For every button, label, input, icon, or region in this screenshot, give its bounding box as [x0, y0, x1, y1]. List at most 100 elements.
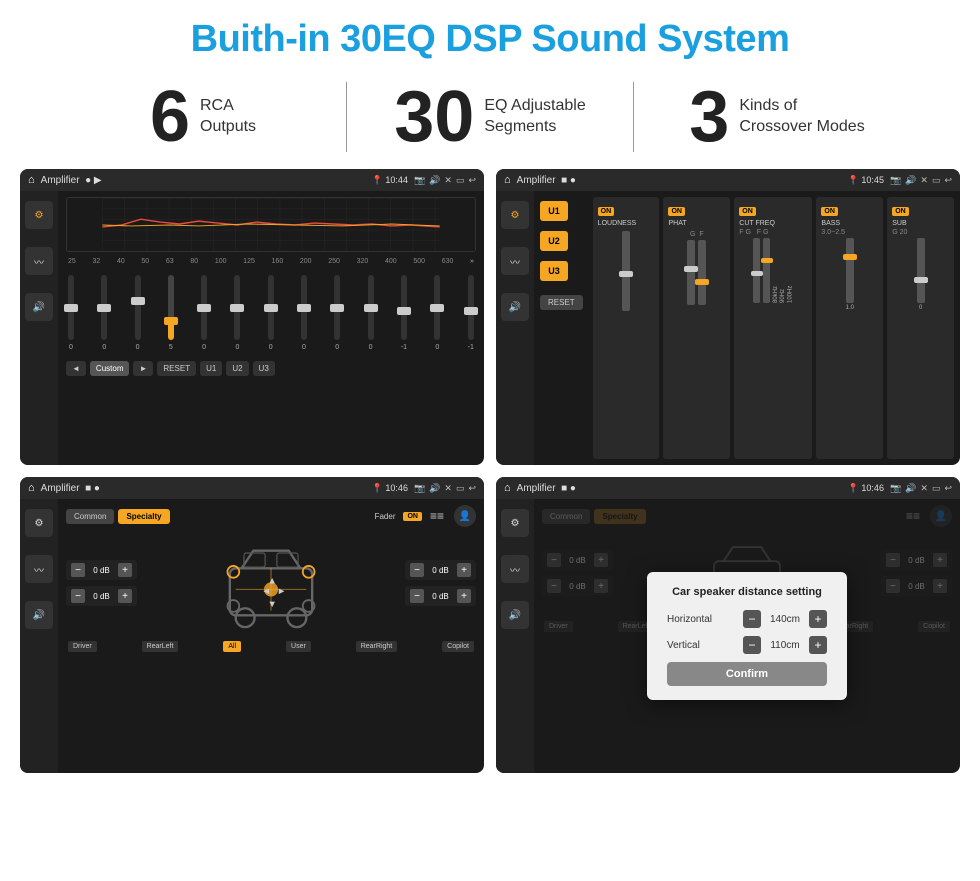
sub-label: SUB [892, 220, 949, 227]
eq-slider-8[interactable]: 0 [301, 275, 307, 351]
rearright-btn[interactable]: RearRight [356, 641, 398, 652]
eq-slider-1[interactable]: 0 [68, 275, 74, 351]
right-minus-1[interactable]: − [410, 563, 424, 577]
phat-on[interactable]: ON [668, 207, 685, 216]
u3-button[interactable]: U3 [253, 361, 275, 376]
slider-val-3: 0 [136, 344, 140, 351]
eq-slider-12[interactable]: 0 [434, 275, 440, 351]
rearleft-btn[interactable]: RearLeft [142, 641, 179, 652]
home-icon-3[interactable]: ⌂ [28, 482, 35, 494]
stat-eq: 30 EQ AdjustableSegments [347, 81, 633, 153]
speaker-icon-2[interactable]: 🔊 [501, 293, 529, 321]
eq-slider-2[interactable]: 0 [101, 275, 107, 351]
eq-slider-6[interactable]: 0 [234, 275, 240, 351]
slider-val-12: 0 [435, 344, 439, 351]
more-icon[interactable]: » [470, 258, 474, 265]
reset-button-1[interactable]: RESET [157, 361, 196, 376]
slider-val-6: 0 [235, 344, 239, 351]
reset-button-2[interactable]: RESET [540, 295, 583, 310]
stat-number-rca: 6 [150, 81, 190, 153]
slider-val-1: 0 [69, 344, 73, 351]
specialty-tab[interactable]: Specialty [118, 509, 169, 524]
play-button[interactable]: ► [133, 361, 153, 376]
wave-icon-2[interactable]: 〰 [501, 247, 529, 275]
bass-on[interactable]: ON [821, 207, 838, 216]
wave-icon[interactable]: 〰 [25, 247, 53, 275]
confirm-button[interactable]: Confirm [667, 662, 827, 686]
eq-icon-3[interactable]: ⚙ [25, 509, 53, 537]
slider-val-13: -1 [468, 344, 474, 351]
screen1-body: ⚙ 〰 🔊 [20, 191, 484, 465]
right-minus-2[interactable]: − [410, 589, 424, 603]
wave-icon-3[interactable]: 〰 [25, 555, 53, 583]
prev-button[interactable]: ◄ [66, 361, 86, 376]
speaker-icon[interactable]: 🔊 [25, 293, 53, 321]
freq-400: 400 [385, 258, 397, 265]
freq-80: 80 [190, 258, 198, 265]
eq-bottom-bar: ◄ Custom ► RESET U1 U2 U3 [66, 357, 476, 380]
home-icon-4[interactable]: ⌂ [504, 482, 511, 494]
home-icon-1[interactable]: ⌂ [28, 174, 35, 186]
vertical-plus[interactable]: + [809, 636, 827, 654]
eq-slider-5[interactable]: 0 [201, 275, 207, 351]
screen3-icons: 📷🔊✕▭↩ [414, 483, 476, 494]
slider-val-9: 0 [335, 344, 339, 351]
eq-slider-11[interactable]: -1 [401, 275, 407, 351]
freq-50: 50 [141, 258, 149, 265]
slider-val-7: 0 [269, 344, 273, 351]
dialog-title: Car speaker distance setting [667, 586, 827, 598]
u2-select-button[interactable]: U2 [540, 231, 568, 251]
common-tab[interactable]: Common [66, 509, 114, 524]
user-btn[interactable]: User [286, 641, 311, 652]
vertical-minus[interactable]: − [743, 636, 761, 654]
wave-icon-4[interactable]: 〰 [501, 555, 529, 583]
home-icon-2[interactable]: ⌂ [504, 174, 511, 186]
fader-on-badge[interactable]: ON [403, 512, 422, 521]
screen1-topbar: ⌂ Amplifier ● ▶ 📍 10:44 📷🔊✕▭↩ [20, 169, 484, 191]
speaker-icon-4[interactable]: 🔊 [501, 601, 529, 629]
horizontal-plus[interactable]: + [809, 610, 827, 628]
u3-select-button[interactable]: U3 [540, 261, 568, 281]
loudness-on[interactable]: ON [598, 207, 615, 216]
freq-63: 63 [166, 258, 174, 265]
eq-slider-9[interactable]: 0 [334, 275, 340, 351]
freq-200: 200 [300, 258, 312, 265]
screen2-icons: 📷🔊✕▭↩ [890, 175, 952, 186]
stat-number-eq: 30 [394, 81, 474, 153]
right-plus-2[interactable]: + [457, 589, 471, 603]
u2-button[interactable]: U2 [226, 361, 248, 376]
left-minus-1[interactable]: − [71, 563, 85, 577]
u1-button[interactable]: U1 [200, 361, 222, 376]
eq-slider-10[interactable]: 0 [368, 275, 374, 351]
cutfreq-label: CUT FREQ [739, 220, 807, 227]
speaker-icon-3[interactable]: 🔊 [25, 601, 53, 629]
dialog-box: Car speaker distance setting Horizontal … [647, 572, 847, 700]
driver-btn[interactable]: Driver [68, 641, 97, 652]
left-plus-2[interactable]: + [118, 589, 132, 603]
all-btn[interactable]: All [223, 641, 241, 652]
sub-on[interactable]: ON [892, 207, 909, 216]
stats-row: 6 RCAOutputs 30 EQ AdjustableSegments 3 … [0, 73, 980, 169]
eq-slider-13[interactable]: -1 [468, 275, 474, 351]
car-diagram: ◄ ► ▲ ▼ [143, 533, 399, 633]
left-minus-2[interactable]: − [71, 589, 85, 603]
eq-icon-2[interactable]: ⚙ [501, 201, 529, 229]
cutfreq-on[interactable]: ON [739, 207, 756, 216]
screen-eq: ⌂ Amplifier ● ▶ 📍 10:44 📷🔊✕▭↩ ⚙ 〰 🔊 [20, 169, 484, 465]
copilot-btn[interactable]: Copilot [442, 641, 474, 652]
horizontal-minus[interactable]: − [743, 610, 761, 628]
ch-cutfreq: ON CUT FREQ F G F G 100Hz90Hz80kH [734, 197, 812, 459]
right-plus-1[interactable]: + [457, 563, 471, 577]
eq-icon[interactable]: ⚙ [25, 201, 53, 229]
eq-icon-4[interactable]: ⚙ [501, 509, 529, 537]
eq-slider-7[interactable]: 0 [268, 275, 274, 351]
eq-slider-3[interactable]: 0 [135, 275, 141, 351]
eq-slider-4[interactable]: 5 [168, 275, 174, 351]
slider-val-4: 5 [169, 344, 173, 351]
left-plus-1[interactable]: + [118, 563, 132, 577]
right-val-1: 0 dB [428, 566, 453, 575]
screen1-time: 📍 10:44 [372, 175, 408, 186]
screen3-body: ⚙ 〰 🔊 Common Specialty Fader ON ≡≡ 👤 [20, 499, 484, 773]
settings-icon[interactable]: 👤 [454, 505, 476, 527]
u1-select-button[interactable]: U1 [540, 201, 568, 221]
